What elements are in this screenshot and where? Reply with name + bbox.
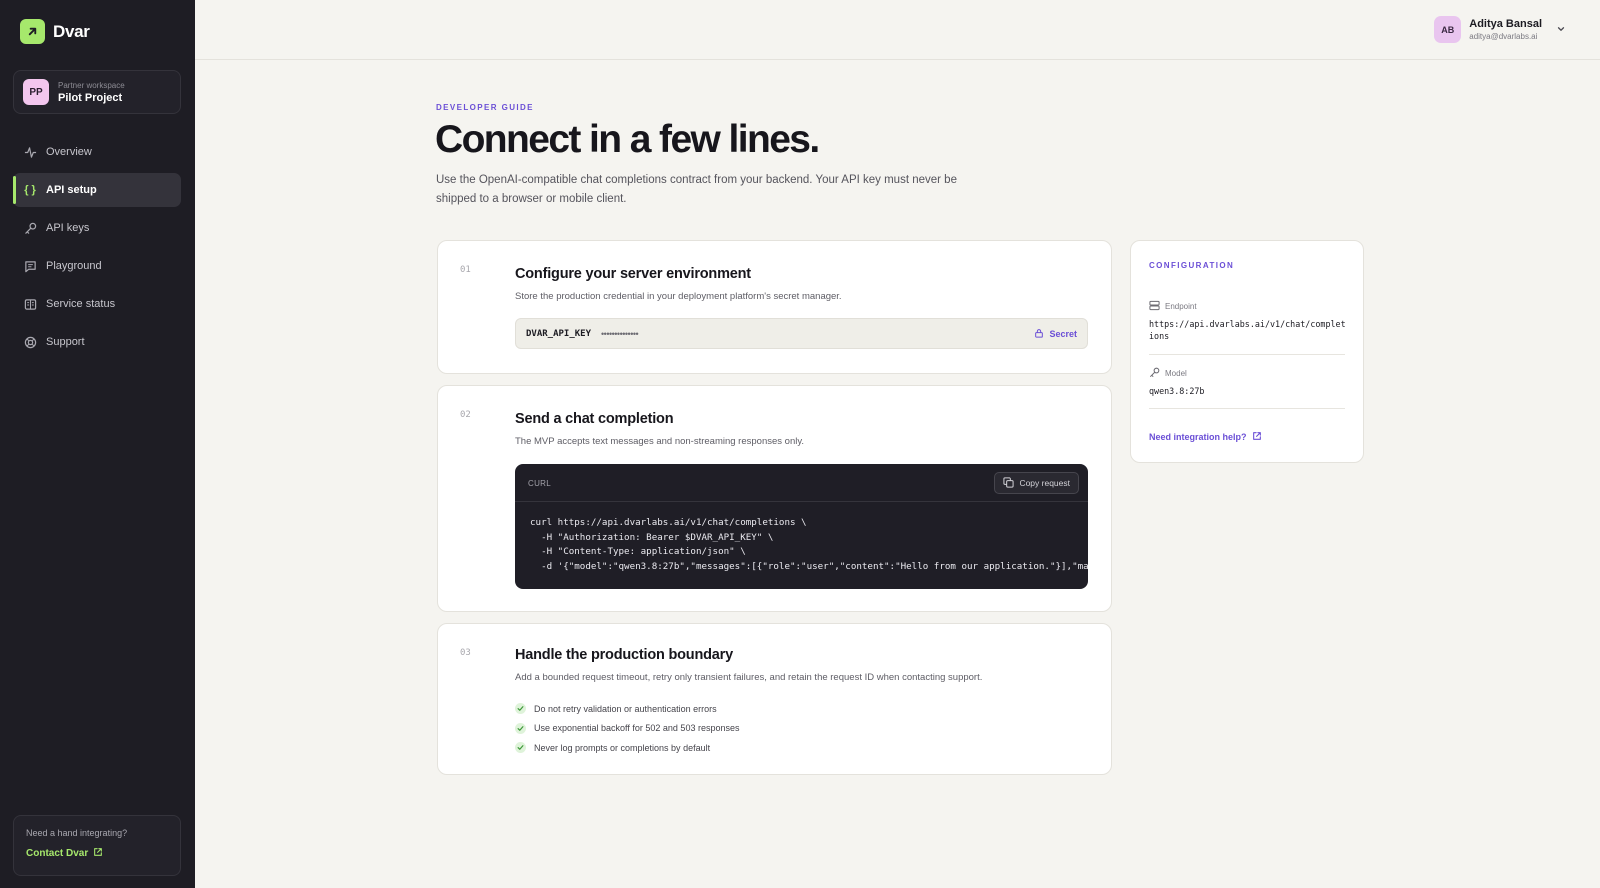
step-card-configure: 01 Configure your server environment Sto… [437,240,1112,374]
env-variable-row: DVAR_API_KEY •••••••••••••• Secret [515,318,1088,349]
copy-icon [1003,476,1015,490]
workspace-name: Pilot Project [58,91,123,104]
check-text: Never log prompts or completions by defa… [534,742,711,753]
model-value: qwen3.8:27b [1149,386,1205,396]
status-icon [23,297,37,311]
chevron-down-icon [1556,21,1566,39]
sidebar-item-api-setup[interactable]: { } API setup [13,173,181,207]
lifebuoy-icon [23,335,37,349]
sidebar-item-overview[interactable]: Overview [13,135,181,169]
help-question: Need a hand integrating? [26,828,128,838]
list-item: Do not retry validation or authenticatio… [515,699,739,719]
sidebar-nav: Overview { } API setup API keys Playgrou… [13,135,181,363]
code-language: CURL [528,479,551,488]
user-menu[interactable]: AB Aditya Bansal aditya@dvarlabs.ai [1434,16,1566,43]
integration-help-label: Need integration help? [1149,432,1247,442]
sidebar-item-playground[interactable]: Playground [13,249,181,283]
endpoint-label-text: Endpoint [1165,302,1197,311]
sidebar-item-support[interactable]: Support [13,325,181,359]
sidebar: Dvar PP Partner workspace Pilot Project … [0,0,195,888]
contact-link[interactable]: Contact Dvar [26,847,168,860]
checklist: Do not retry validation or authenticatio… [515,699,739,758]
avatar: AB [1434,16,1462,43]
brand[interactable]: Dvar [20,19,90,44]
contact-link-label: Contact Dvar [26,848,89,859]
step-title: Handle the production boundary [515,647,733,663]
sidebar-item-label: Support [46,336,85,348]
copy-request-button[interactable]: Copy request [994,472,1079,494]
list-item: Use exponential backoff for 502 and 503 … [515,719,739,739]
key-icon [23,221,37,235]
sidebar-item-label: Service status [46,298,116,310]
copy-label: Copy request [1019,478,1070,488]
configuration-title: CONFIGURATION [1149,261,1235,270]
step-number: 03 [460,648,471,658]
braces-icon: { } [24,184,36,196]
divider [1149,354,1345,355]
secret-badge: Secret [1034,328,1077,340]
user-email: aditya@dvarlabs.ai [1469,32,1538,41]
code-content[interactable]: curl https://api.dvarlabs.ai/v1/chat/com… [515,502,1088,588]
endpoint-value: https://api.dvarlabs.ai/v1/chat/completi… [1149,319,1346,341]
workspace-kicker: Partner workspace [58,80,125,90]
step-card-send: 02 Send a chat completion The MVP accept… [437,385,1112,612]
list-item: Never log prompts or completions by defa… [515,738,739,758]
integration-help-link[interactable]: Need integration help? [1149,431,1262,443]
step-description: Store the production credential in your … [515,291,842,302]
check-text: Use exponential backoff for 502 and 503 … [534,723,740,734]
model-label: Model [1149,367,1187,380]
external-link-icon [1252,431,1262,443]
key-icon [1149,367,1160,380]
check-icon [515,703,526,715]
page-subtitle: Use the OpenAI-compatible chat completio… [436,174,957,205]
workspace-avatar: PP [23,79,49,105]
divider [1149,408,1345,409]
step-description: The MVP accepts text messages and non-st… [515,436,805,447]
page-title: Connect in a few lines. [435,118,820,161]
server-icon [1149,300,1160,313]
step-card-boundary: 03 Handle the production boundary Add a … [437,623,1112,775]
lock-icon [1034,328,1044,340]
page-kicker: DEVELOPER GUIDE [436,103,534,112]
sidebar-item-service-status[interactable]: Service status [13,287,181,321]
arrow-up-right-icon [20,19,45,44]
step-description: Add a bounded request timeout, retry onl… [515,672,983,683]
step-number: 01 [460,265,471,275]
topbar: AB Aditya Bansal aditya@dvarlabs.ai [195,0,1600,60]
activity-icon [23,145,37,159]
secret-label: Secret [1049,329,1077,339]
code-block: CURL Copy request curl https://api.dvarl… [515,464,1088,589]
sidebar-item-label: Playground [46,260,102,272]
step-title: Configure your server environment [515,266,751,282]
check-icon [515,722,526,734]
sidebar-item-label: API keys [46,222,90,234]
configuration-panel: CONFIGURATION Endpoint https://api.dvarl… [1130,240,1364,463]
check-icon [515,742,526,754]
env-key: DVAR_API_KEY [526,328,592,339]
step-title: Send a chat completion [515,411,674,427]
user-name: Aditya Bansal [1469,18,1542,30]
message-icon [23,259,37,273]
help-card: Need a hand integrating? Contact Dvar [13,815,181,876]
external-link-icon [93,847,103,860]
check-text: Do not retry validation or authenticatio… [534,703,717,714]
brand-name: Dvar [53,21,90,41]
sidebar-item-api-keys[interactable]: API keys [13,211,181,245]
code-header: CURL Copy request [515,464,1088,502]
step-number: 02 [460,410,471,420]
env-value-masked: •••••••••••••• [601,328,639,339]
endpoint-label: Endpoint [1149,300,1197,313]
model-label-text: Model [1165,369,1187,378]
sidebar-item-label: API setup [46,184,97,196]
sidebar-item-label: Overview [46,146,92,158]
workspace-switcher[interactable]: PP Partner workspace Pilot Project [13,70,181,114]
